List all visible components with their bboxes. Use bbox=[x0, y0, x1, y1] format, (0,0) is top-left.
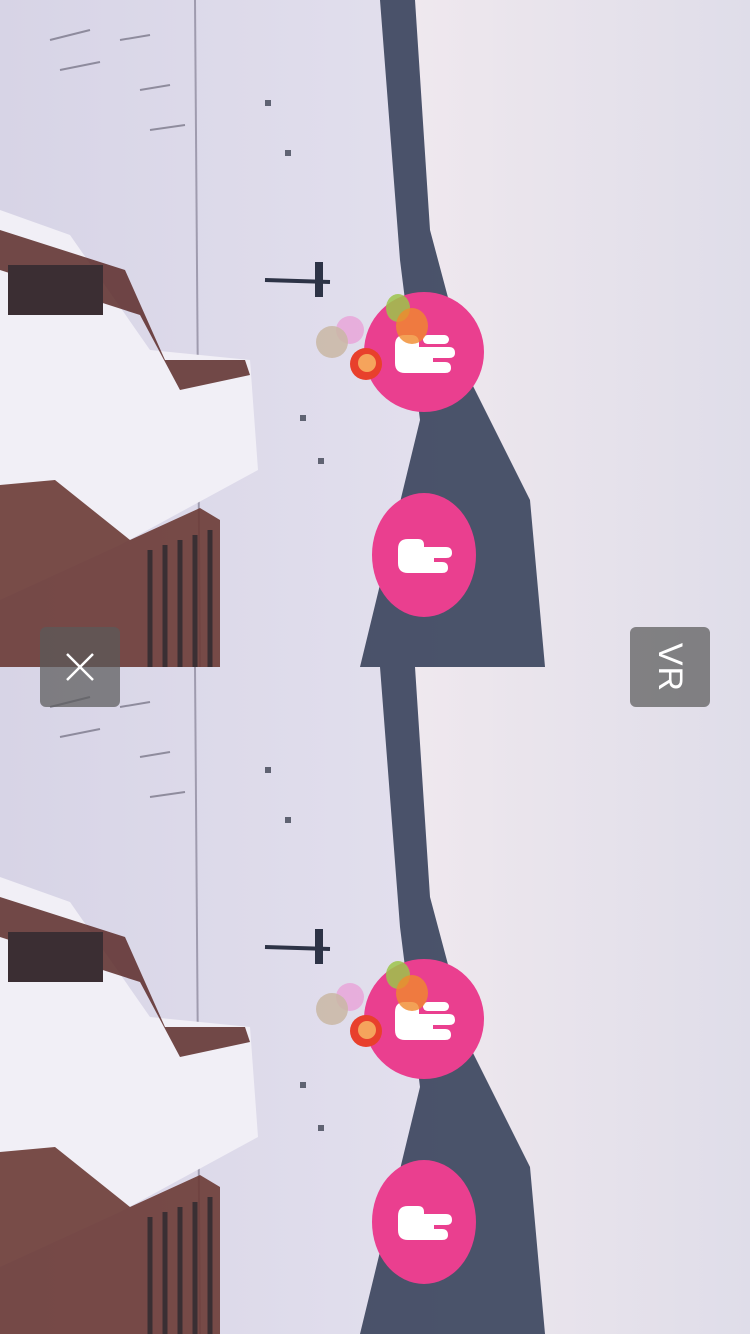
vr-mode-button[interactable]: VR bbox=[630, 627, 710, 707]
vr-eye-view-top bbox=[0, 0, 750, 667]
pointing-hand-icon bbox=[398, 1206, 452, 1240]
rock-hand-like-button[interactable] bbox=[364, 959, 484, 1079]
rock-hand-like-button[interactable] bbox=[364, 292, 484, 412]
vr-eye-view-bottom bbox=[0, 667, 750, 1334]
vr-mode-label: VR bbox=[651, 642, 690, 692]
pointing-hand-button[interactable] bbox=[372, 493, 476, 617]
close-icon bbox=[66, 653, 94, 681]
close-button[interactable] bbox=[40, 627, 120, 707]
pointing-hand-icon bbox=[398, 539, 452, 573]
rock-hand-icon bbox=[395, 335, 455, 373]
rock-hand-icon bbox=[395, 1002, 455, 1040]
pointing-hand-button[interactable] bbox=[372, 1160, 476, 1284]
